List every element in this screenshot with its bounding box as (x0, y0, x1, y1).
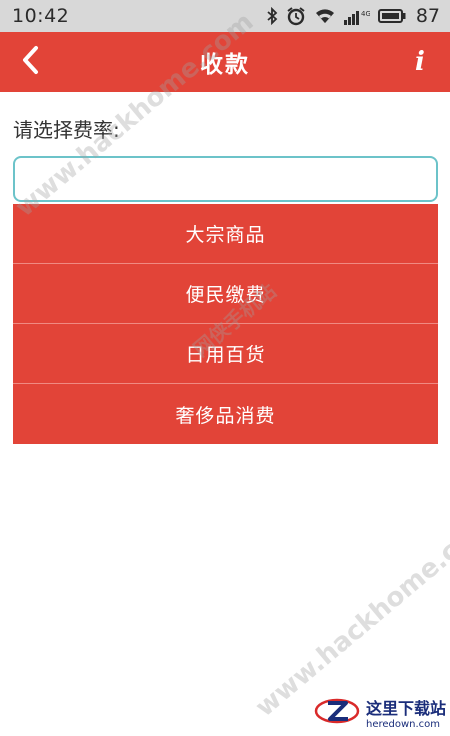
battery-percent: 87 (415, 5, 440, 27)
dropdown-option-luxury[interactable]: 奢侈品消费 (13, 384, 438, 444)
status-bar: 10:42 4G 87 (0, 0, 450, 32)
watermark-bottom: www.hackhome.com (250, 506, 450, 723)
alarm-icon (286, 6, 306, 26)
site-logo: 这里下载站 heredown.com (314, 695, 446, 730)
wifi-icon (314, 7, 336, 25)
rate-prompt-label: 请选择费率: (13, 118, 120, 142)
battery-icon (377, 8, 406, 24)
rate-input[interactable] (13, 156, 438, 202)
back-button[interactable] (10, 40, 50, 84)
logo-z-icon (314, 696, 360, 730)
signal-icon: 4G (343, 7, 370, 25)
logo-subtitle: heredown.com (365, 719, 441, 730)
dropdown-option-bulk-goods[interactable]: 大宗商品 (13, 204, 438, 264)
bluetooth-icon (266, 7, 278, 25)
status-icons: 4G 87 (266, 5, 440, 27)
dropdown-option-label: 奢侈品消费 (175, 404, 276, 427)
network-type: 4G (361, 10, 370, 18)
dropdown-option-label: 大宗商品 (185, 224, 266, 246)
info-icon: i (415, 47, 425, 77)
chevron-left-icon (20, 45, 40, 79)
logo-title: 这里下载站 (365, 699, 446, 718)
info-button[interactable]: i (404, 42, 436, 82)
page-title: 收款 (200, 52, 250, 78)
status-time: 10:42 (12, 5, 70, 27)
app-header: 收款 i (0, 32, 450, 92)
